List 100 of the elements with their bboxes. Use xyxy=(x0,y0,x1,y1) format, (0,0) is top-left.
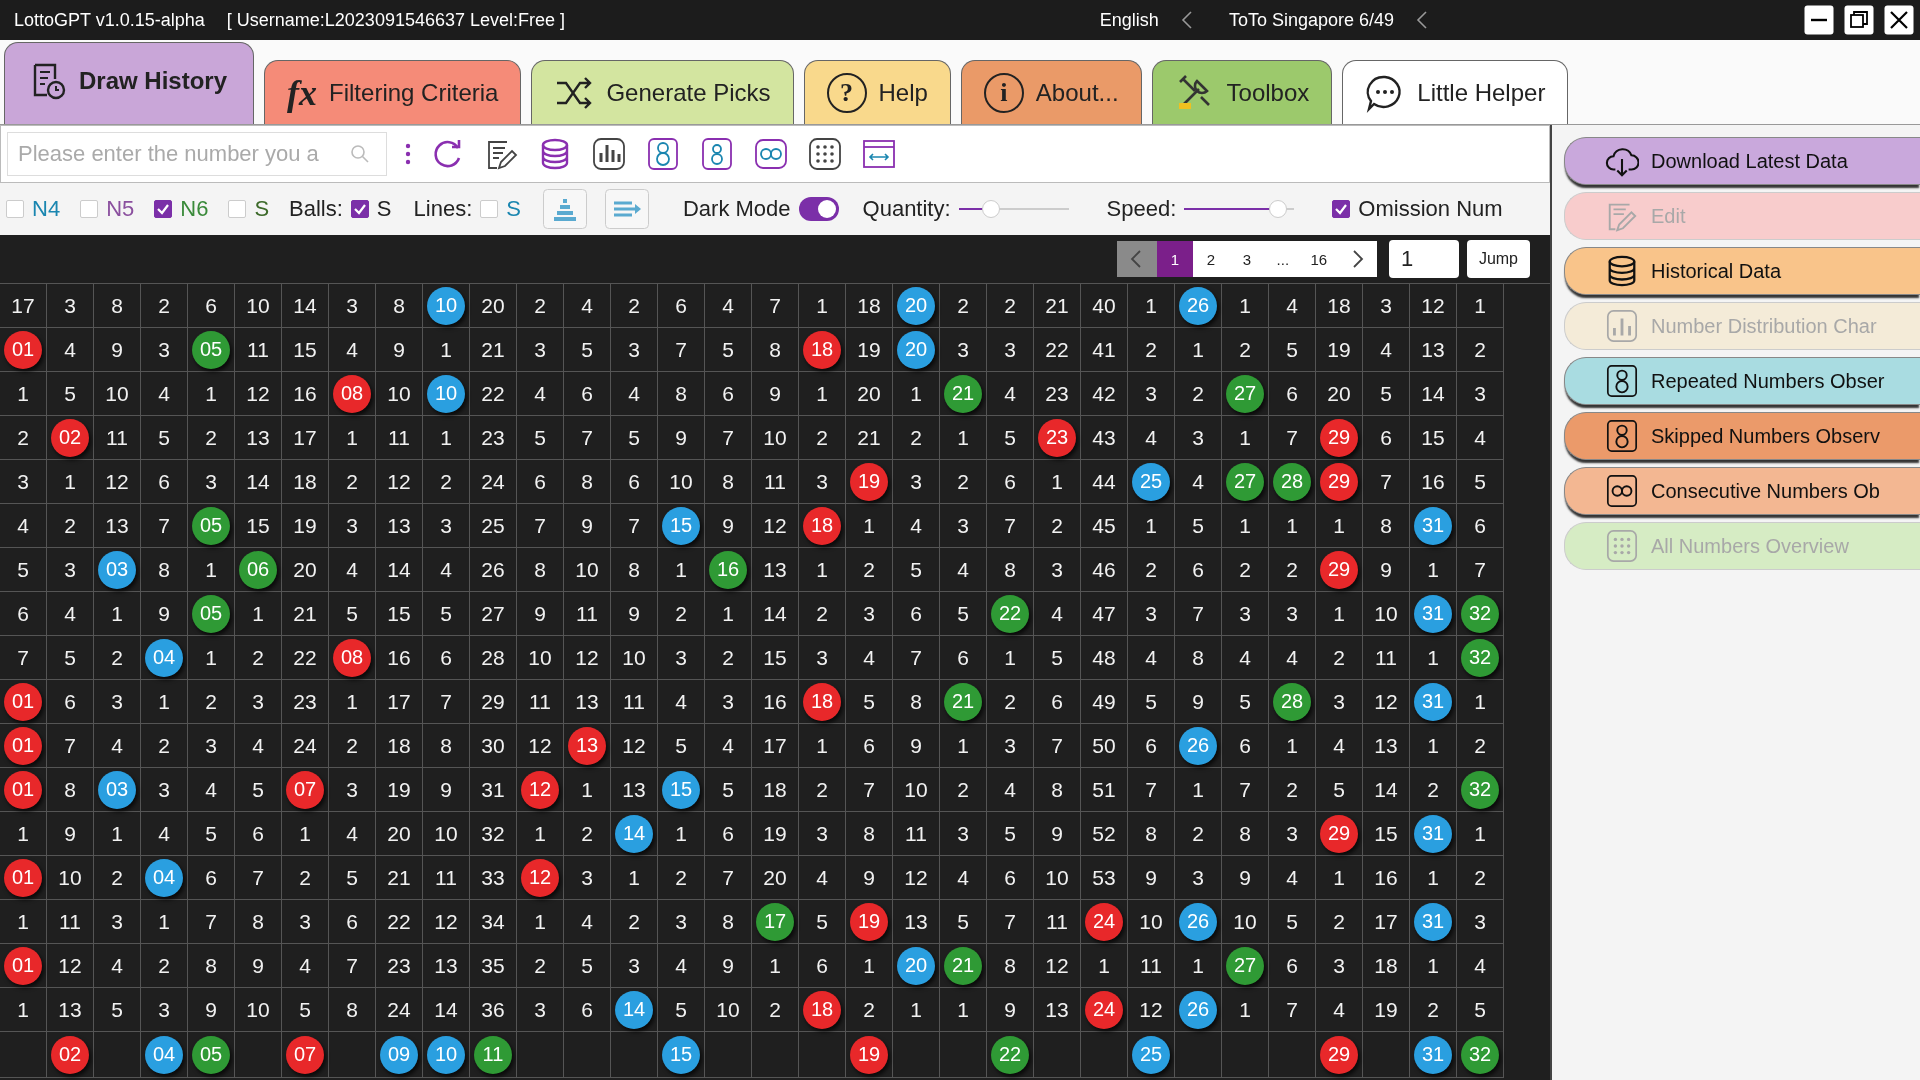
table-cell: 1 xyxy=(1175,768,1222,812)
table-cell: 13 xyxy=(893,900,940,944)
sidebar-button[interactable]: Repeated Numbers Obser xyxy=(1564,357,1920,405)
table-cell: 1 xyxy=(940,416,987,460)
quantity-slider[interactable] xyxy=(958,200,1069,218)
tab[interactable]: ? Help xyxy=(803,60,951,124)
language-selector[interactable]: English xyxy=(1099,9,1159,31)
table-cell: 2 xyxy=(47,504,94,548)
table-cell: 3 xyxy=(611,944,658,988)
table-cell: 6 xyxy=(564,372,611,416)
page-button[interactable]: 3 xyxy=(1228,241,1265,277)
table-cell: 36 xyxy=(470,988,517,1032)
table-cell: 5 xyxy=(893,548,940,592)
tab[interactable]: fx Filtering Criteria xyxy=(264,60,522,124)
dark-mode-toggle[interactable] xyxy=(798,197,839,221)
number-ball: 28 xyxy=(1273,462,1311,501)
table-cell: 11 xyxy=(1034,900,1081,944)
page-number-field[interactable]: 1 xyxy=(1388,240,1459,278)
table-cell: 2 xyxy=(1316,900,1363,944)
page-button[interactable]: 2 xyxy=(1192,241,1229,277)
table-cell: 10 xyxy=(752,416,799,460)
number-ball: 21 xyxy=(944,374,982,413)
table-cell: 3 xyxy=(846,592,893,636)
table-cell: 5 xyxy=(658,724,705,768)
table-cell: 4 xyxy=(1128,636,1175,680)
checkbox[interactable] xyxy=(350,200,369,218)
table-cell: 3 xyxy=(1222,592,1269,636)
table-cell: 1 xyxy=(1316,856,1363,900)
speed-slider[interactable] xyxy=(1184,200,1295,218)
table-cell: 3 xyxy=(1175,416,1222,460)
more-icon[interactable] xyxy=(405,142,411,166)
page-button[interactable]: 16 xyxy=(1300,241,1337,277)
sidebar-button[interactable]: Consecutive Numbers Ob xyxy=(1564,467,1920,515)
chevron-left-icon[interactable] xyxy=(1180,10,1193,30)
table-cell: 11 xyxy=(517,680,564,724)
tab[interactable]: Little Helper xyxy=(1342,60,1569,124)
number-ball: 26 xyxy=(1179,286,1217,325)
dot-grid-icon[interactable] xyxy=(807,136,843,172)
tab[interactable]: Toolbox xyxy=(1151,60,1333,124)
table-cell: 13 xyxy=(94,504,141,548)
table-cell: 1 xyxy=(705,592,752,636)
sidebar-button[interactable]: Skipped Numbers Observ xyxy=(1564,412,1920,460)
table-cell: 1 xyxy=(1222,416,1269,460)
number-ball: 11 xyxy=(474,1035,512,1074)
page-button[interactable]: ... xyxy=(1264,241,1301,277)
number-ball: 13 xyxy=(568,726,606,765)
table-cell: 3 xyxy=(1457,372,1504,416)
table-cell: 9 xyxy=(188,988,235,1032)
table-cell: 8 xyxy=(423,724,470,768)
table-cell: 2 xyxy=(329,724,376,768)
number-ball: 31 xyxy=(1414,594,1452,633)
table-cell: 3 xyxy=(282,900,329,944)
table-cell: 8 xyxy=(1034,768,1081,812)
table-cell: 9 xyxy=(423,768,470,812)
eight-box-icon[interactable] xyxy=(699,136,735,172)
checkbox[interactable] xyxy=(154,200,173,218)
next-page-button[interactable] xyxy=(1336,241,1377,277)
table-cell: 18 xyxy=(376,724,423,768)
sidebar-button[interactable]: Historical Data xyxy=(1564,247,1920,295)
lottery-selector[interactable]: ToTo Singapore 6/49 xyxy=(1228,9,1394,31)
table-cell: 4 xyxy=(1457,416,1504,460)
table-cell: 7 xyxy=(846,768,893,812)
previous-page-button[interactable] xyxy=(1116,241,1157,277)
table-cell: 23 xyxy=(1034,372,1081,416)
chevron-left-icon[interactable] xyxy=(1416,10,1428,30)
table-cell: 3 xyxy=(799,636,846,680)
table-cell: 5 xyxy=(282,988,329,1032)
dark-mode-label: Dark Mode xyxy=(682,196,791,222)
search-field[interactable]: Please enter the number you a xyxy=(7,132,387,176)
table-cell: 1 xyxy=(1410,724,1457,768)
infinity-box-icon[interactable] xyxy=(753,136,789,172)
page-button[interactable]: 1 xyxy=(1156,241,1193,277)
table-cell: 2 xyxy=(1222,328,1269,372)
jump-button[interactable]: Jump xyxy=(1466,240,1530,278)
table-cell: 2 xyxy=(799,416,846,460)
empty-cell xyxy=(564,1032,611,1078)
table-cell: 1 xyxy=(893,372,940,416)
table-cell: 4 xyxy=(94,724,141,768)
close-button[interactable] xyxy=(1884,5,1914,35)
tab[interactable]: Generate Picks xyxy=(531,60,794,124)
table-cell: 6 xyxy=(987,856,1034,900)
table-cell: 2 xyxy=(1128,328,1175,372)
table-cell: 7 xyxy=(987,900,1034,944)
table-cell: 1 xyxy=(423,328,470,372)
minimize-button[interactable] xyxy=(1804,5,1834,35)
table-cell: 11 xyxy=(752,460,799,504)
bar-chart-icon[interactable] xyxy=(591,136,627,172)
sidebar-button[interactable]: Download Latest Data xyxy=(1564,137,1920,185)
checkbox[interactable] xyxy=(1332,200,1351,218)
tab[interactable]: Draw History xyxy=(4,42,255,124)
table-cell: 17 xyxy=(1363,900,1410,944)
tab[interactable]: i About... xyxy=(960,60,1142,124)
table-cell: 3 xyxy=(1175,856,1222,900)
eight-box-icon[interactable] xyxy=(645,136,681,172)
speed-label: Speed: xyxy=(1106,196,1177,222)
table-cell: 4 xyxy=(329,812,376,856)
table-cell: 2 xyxy=(1128,548,1175,592)
table-cell: 4 xyxy=(141,372,188,416)
table-cell: 16 xyxy=(752,680,799,724)
restore-button[interactable] xyxy=(1844,5,1874,35)
